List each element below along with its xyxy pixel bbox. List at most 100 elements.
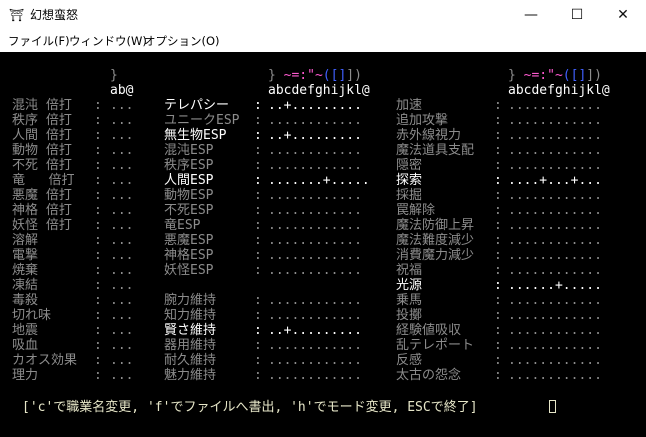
ability-flag-value: ............ — [508, 338, 602, 353]
slay-flag-separator: : — [94, 143, 102, 158]
ability-flag-label: 魔法難度減少 — [396, 233, 475, 248]
ability-flag-value: ............ — [508, 323, 602, 338]
window-title: 幻想蛮怒 — [30, 8, 79, 22]
esp-flag-separator: : — [254, 263, 262, 278]
ability-flag-value: ............ — [508, 218, 602, 233]
slay-flag-separator: : — [94, 293, 102, 308]
slay-flag-value: ... — [110, 233, 134, 248]
ability-flag-separator: : — [494, 263, 502, 278]
slay-flag-label: 動物 倍打 — [12, 143, 72, 158]
esp-flag-separator: : — [254, 308, 262, 323]
ability-flag-separator: : — [494, 98, 502, 113]
esp-flag-label: 賢さ維持 — [164, 323, 217, 338]
esp-flag-separator: : — [254, 338, 262, 353]
slay-flag-label: カオス効果 — [12, 353, 78, 368]
ability-flag-separator: : — [494, 218, 502, 233]
slay-flag-value: ... — [110, 128, 134, 143]
ability-flag-label: 消費魔力減少 — [396, 248, 475, 263]
slay-flag-separator: : — [94, 233, 102, 248]
esp-flag-value: ..+......... — [268, 323, 362, 338]
esp-flag-value: ............ — [268, 203, 362, 218]
slay-flag-value: ... — [110, 338, 134, 353]
slay-flag-separator: : — [94, 158, 102, 173]
esp-flag-value: ............ — [268, 308, 362, 323]
slay-flag-separator: : — [94, 353, 102, 368]
ability-flag-separator: : — [494, 338, 502, 353]
ability-flag-separator: : — [494, 128, 502, 143]
ability-flag-separator: : — [494, 308, 502, 323]
esp-flag-separator: : — [254, 158, 262, 173]
slay-flag-label: 切れ味 — [12, 308, 52, 323]
slay-flag-value: ... — [110, 143, 134, 158]
slay-flag-label: 理力 — [12, 368, 39, 383]
slay-flag-value: ... — [110, 188, 134, 203]
ability-flag-label: 太古の怨念 — [396, 368, 462, 383]
slay-flag-separator: : — [94, 188, 102, 203]
ability-flag-value: ............ — [508, 188, 602, 203]
col1-slot-letters: ab@ — [110, 83, 134, 98]
ability-flag-value: ............ — [508, 158, 602, 173]
esp-flag-value: ..+......... — [268, 128, 362, 143]
slay-flag-label: 毒殺 — [12, 293, 39, 308]
ability-flag-label: 乱テレポート — [396, 338, 475, 353]
esp-flag-label: 腕力維持 — [164, 293, 217, 308]
text-cursor — [549, 400, 556, 413]
esp-flag-separator: : — [254, 353, 262, 368]
ability-flag-label: 祝福 — [396, 263, 423, 278]
ability-flag-label: 経験値吸収 — [396, 323, 462, 338]
col1-symbol-header: } — [110, 68, 118, 83]
slay-flag-value: ... — [110, 323, 134, 338]
game-app-icon: ⛩ — [9, 8, 25, 22]
ability-flag-value: ............ — [508, 248, 602, 263]
slay-flag-label: 不死 倍打 — [12, 158, 72, 173]
slay-flag-separator: : — [94, 338, 102, 353]
esp-flag-label: 無生物ESP — [164, 128, 227, 143]
menu-window[interactable]: ウィンドウ(W) — [69, 33, 147, 49]
ability-flag-label: 乗馬 — [396, 293, 423, 308]
status-line: ['c'で職業名変更, 'f'でファイルへ書出, 'h'でモード変更, ESCで… — [22, 400, 478, 415]
esp-flag-value: ............ — [268, 338, 362, 353]
esp-flag-value: ............ — [268, 158, 362, 173]
slay-flag-label: 悪魔 倍打 — [12, 188, 72, 203]
esp-flag-value: ............ — [268, 293, 362, 308]
esp-flag-separator: : — [254, 323, 262, 338]
ability-flag-label: 隠密 — [396, 158, 423, 173]
slay-flag-separator: : — [94, 368, 102, 383]
esp-flag-value: ............ — [268, 143, 362, 158]
menu-options[interactable]: オプション(O) — [144, 33, 220, 49]
ability-flag-separator: : — [494, 248, 502, 263]
ability-flag-value: ............ — [508, 128, 602, 143]
ability-flag-separator: : — [494, 278, 502, 293]
slay-flag-label: 神格 倍打 — [12, 203, 72, 218]
slay-flag-separator: : — [94, 203, 102, 218]
col2-symbol-header: } ~=:"~([]]) — [268, 68, 362, 83]
ability-flag-separator: : — [494, 158, 502, 173]
slay-flag-value: ... — [110, 158, 134, 173]
esp-flag-label: 知力維持 — [164, 308, 217, 323]
close-button[interactable]: ✕ — [600, 0, 646, 30]
esp-flag-separator: : — [254, 173, 262, 188]
menu-bar: ファイル(F) ウィンドウ(W) オプション(O) — [0, 30, 646, 52]
menu-file[interactable]: ファイル(F) — [8, 33, 70, 49]
minimize-button[interactable]: — — [508, 0, 554, 30]
esp-flag-separator: : — [254, 188, 262, 203]
slay-flag-label: 溶解 — [12, 233, 39, 248]
ability-flag-value: ............ — [508, 293, 602, 308]
ability-flag-label: 魔法防御上昇 — [396, 218, 475, 233]
ability-flag-separator: : — [494, 113, 502, 128]
slay-flag-value: ... — [110, 278, 134, 293]
esp-flag-label: 竜ESP — [164, 218, 201, 233]
maximize-button[interactable]: ☐ — [554, 0, 600, 30]
esp-flag-label: 耐久維持 — [164, 353, 217, 368]
slay-flag-label: 電撃 — [12, 248, 39, 263]
ability-flag-separator: : — [494, 353, 502, 368]
esp-flag-value: ............ — [268, 233, 362, 248]
ability-flag-value: ............ — [508, 308, 602, 323]
slay-flag-separator: : — [94, 308, 102, 323]
slay-flag-separator: : — [94, 218, 102, 233]
esp-flag-value: ............ — [268, 248, 362, 263]
ability-flag-value: ....+...+... — [508, 173, 602, 188]
esp-flag-value: ............ — [268, 188, 362, 203]
esp-flag-value: ............ — [268, 218, 362, 233]
slay-flag-separator: : — [94, 113, 102, 128]
